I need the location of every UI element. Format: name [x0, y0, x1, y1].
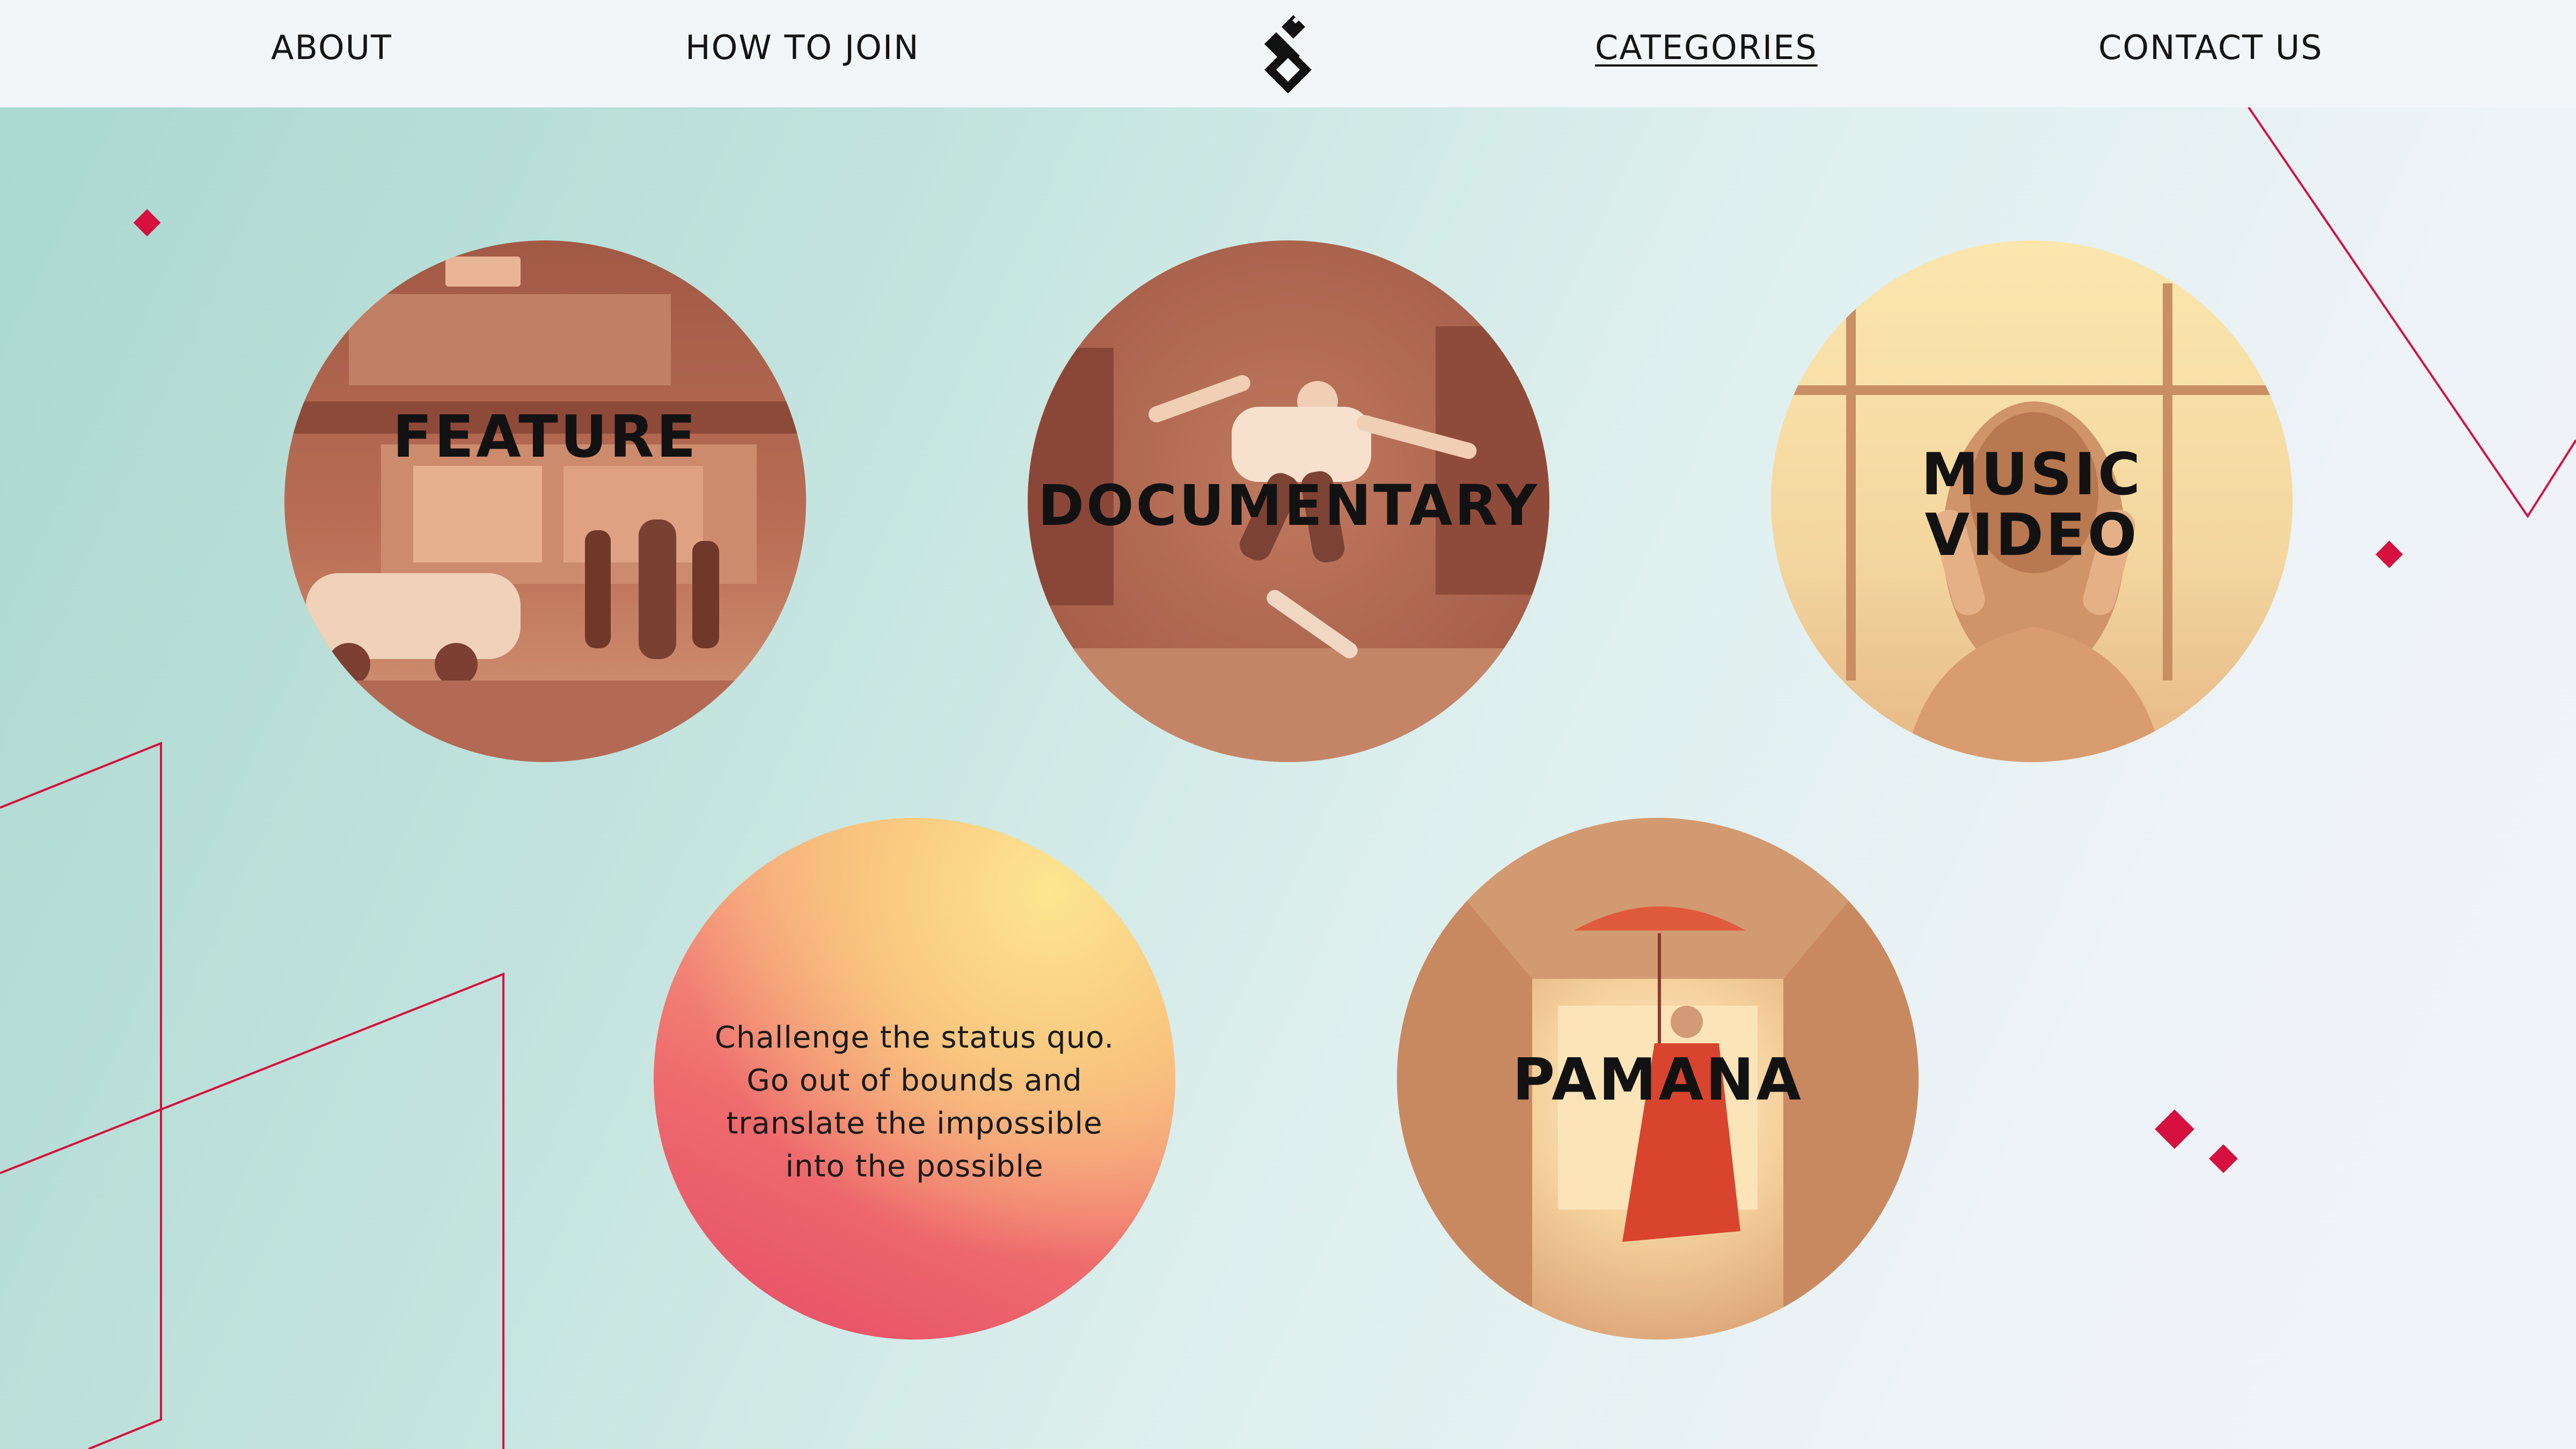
category-card-feature[interactable]: FEATURE [284, 240, 806, 762]
tagline-line-2: Go out of bounds and [747, 1063, 1082, 1098]
decor-diamond-right [2375, 540, 2403, 568]
tagline-circle: Challenge the status quo. Go out of boun… [654, 818, 1175, 1340]
tagline-line-1: Challenge the status quo. [714, 1020, 1115, 1055]
nav-link-about[interactable]: ABOUT [271, 28, 392, 68]
category-title-pamana: PAMANA [1512, 1046, 1803, 1114]
category-card-documentary[interactable]: DOCUMENTARY [1028, 240, 1549, 762]
decor-diamond-bottom-right-small [2209, 1144, 2238, 1173]
feature-photo [284, 240, 806, 762]
category-card-music-video[interactable]: MUSIC VIDEO [1771, 240, 2293, 762]
category-card-pamana[interactable]: PAMANA [1397, 818, 1919, 1340]
stacked-diamond-logo-icon[interactable] [1256, 15, 1320, 96]
top-navigation-bar: ABOUT HOW TO JOIN CATEGORIES CONTACT US [0, 0, 2576, 107]
tagline-line-3: translate the impossible [726, 1106, 1103, 1141]
decor-line-top-right [2248, 106, 2576, 518]
decor-line-left-inner [0, 972, 504, 1449]
decor-line-left-outer [0, 742, 162, 1449]
decor-diamond-top-left [133, 209, 161, 237]
category-title-documentary: DOCUMENTARY [1037, 473, 1540, 538]
category-title-music-video-line1: MUSIC [1921, 441, 2143, 508]
decor-diamond-bottom-right-large [2155, 1109, 2194, 1149]
category-title-music-video-line2: VIDEO [1924, 502, 2139, 569]
nav-link-how-to-join[interactable]: HOW TO JOIN [685, 28, 920, 68]
tagline-text: Challenge the status quo. Go out of boun… [707, 1016, 1122, 1188]
category-title-feature: FEATURE [392, 404, 698, 471]
tagline-line-4: into the possible [785, 1149, 1044, 1184]
category-title-music-video: MUSIC VIDEO [1771, 444, 2293, 566]
nav-link-contact-us[interactable]: CONTACT US [2098, 28, 2323, 68]
nav-link-categories[interactable]: CATEGORIES [1595, 28, 1818, 68]
